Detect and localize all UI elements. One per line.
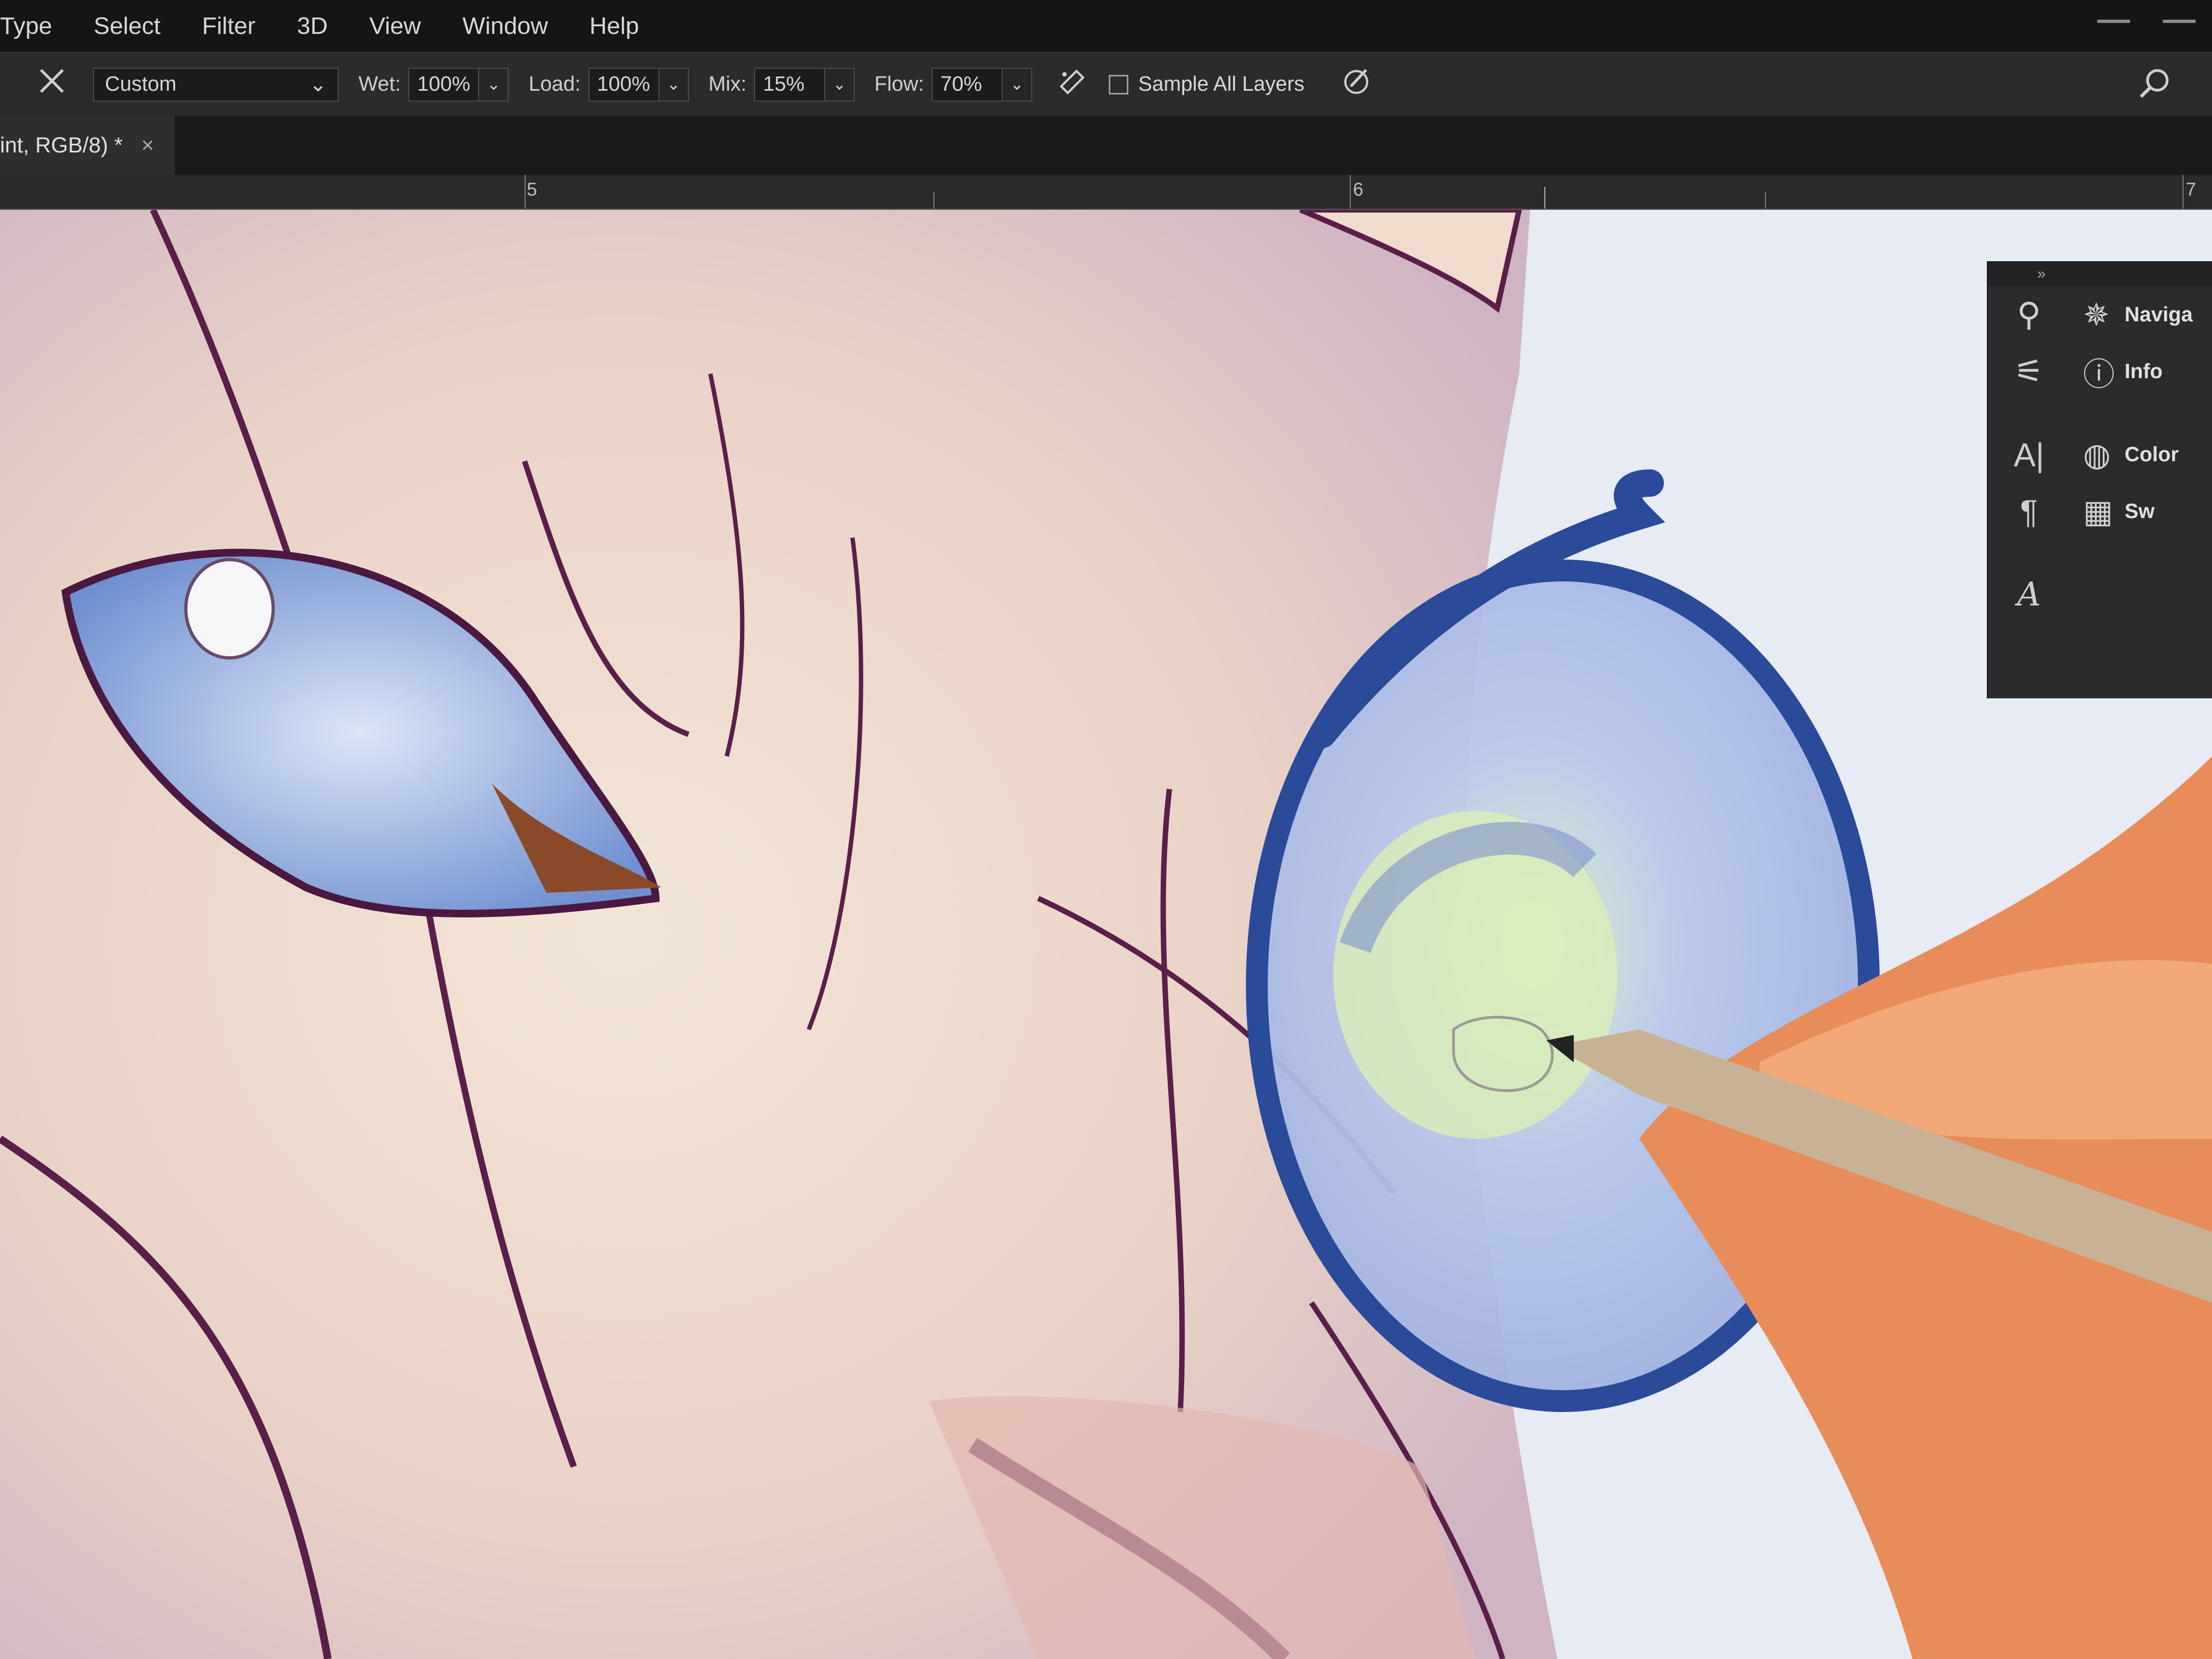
menu-3d[interactable]: 3D <box>276 13 348 40</box>
flow-input[interactable]: 70% <box>931 67 1003 102</box>
minimize-button[interactable] <box>2097 4 2130 23</box>
ruler-tick <box>933 192 934 209</box>
ruler-number: 7 <box>2186 179 2196 200</box>
menu-filter[interactable]: Filter <box>181 13 276 40</box>
document-tab-bar: int, RGB/8) * × <box>0 116 2212 175</box>
adjustments-icon[interactable]: ⚟ <box>1988 343 2070 400</box>
airbrush-icon[interactable] <box>1054 64 1092 105</box>
panel-icon-column: ⚲ ⚟ A| ¶ A <box>1988 286 2070 623</box>
panel-item-label: Sw <box>2125 499 2155 523</box>
ruler-number: 5 <box>527 179 537 200</box>
brush-preset-value: Custom <box>105 73 177 96</box>
flow-label: Flow: <box>874 73 924 96</box>
search-icon[interactable] <box>2135 65 2174 103</box>
flow-dropdown-chevron-icon[interactable]: ⌄ <box>1002 67 1032 102</box>
window-controls <box>2097 4 2196 23</box>
ruler-tick <box>2182 175 2184 209</box>
character-icon[interactable]: A| <box>1988 426 2070 483</box>
cat-painting-artwork <box>0 210 2212 1659</box>
panel-item-color[interactable]: ◍ Color <box>2070 426 2212 483</box>
menu-bar: Type Select Filter 3D View Window Help <box>0 0 2212 52</box>
docked-panels: » ⚲ ⚟ A| ¶ A ✵ Naviga ⓘ Info ◍ Color ▦ S… <box>1987 261 2212 698</box>
options-bar: Custom ⌄ Wet: 100% ⌄ Load: 100% ⌄ Mix: 1… <box>0 52 2212 117</box>
paragraph-icon[interactable]: ¶ <box>1988 483 2070 540</box>
mix-label: Mix: <box>708 73 747 96</box>
sample-all-layers-checkbox[interactable] <box>1108 74 1128 95</box>
mix-input[interactable]: 15% <box>754 67 826 102</box>
brush-tool-icon[interactable]: ⚲ <box>1988 286 2070 343</box>
wet-label: Wet: <box>358 73 401 96</box>
load-label: Load: <box>528 73 581 96</box>
panel-item-label: Info <box>2125 360 2163 383</box>
panel-item-swatches[interactable]: ▦ Sw <box>2070 483 2212 540</box>
color-palette-icon: ◍ <box>2083 437 2111 473</box>
panel-item-label: Naviga <box>2125 303 2193 326</box>
wet-field-group: Wet: 100% ⌄ <box>358 67 509 102</box>
ruler-tick <box>1765 192 1766 209</box>
mix-dropdown-chevron-icon[interactable]: ⌄ <box>825 67 855 102</box>
brush-clean-icon[interactable] <box>33 64 71 105</box>
horizontal-ruler[interactable]: 5 6 7 <box>0 175 2212 210</box>
load-dropdown-chevron-icon[interactable]: ⌄ <box>659 67 689 102</box>
panel-collapse-button[interactable]: » <box>1988 261 2212 286</box>
menu-window[interactable]: Window <box>442 13 569 40</box>
menu-view[interactable]: View <box>349 13 442 40</box>
document-canvas[interactable]: » ⚲ ⚟ A| ¶ A ✵ Naviga ⓘ Info ◍ Color ▦ S… <box>0 210 2212 1659</box>
load-field-group: Load: 100% ⌄ <box>528 67 689 102</box>
wet-dropdown-chevron-icon[interactable]: ⌄ <box>479 67 509 102</box>
glyphs-icon[interactable]: A <box>1988 566 2070 623</box>
panel-item-label: Color <box>2125 443 2179 466</box>
panel-list: ✵ Naviga ⓘ Info ◍ Color ▦ Sw <box>2070 286 2212 540</box>
close-icon[interactable]: × <box>142 133 154 158</box>
flow-field-group: Flow: 70% ⌄ <box>874 67 1032 102</box>
menu-select[interactable]: Select <box>73 13 181 40</box>
ruler-cursor-marker <box>1544 187 1545 209</box>
document-tab-title: int, RGB/8) * <box>0 133 123 157</box>
ruler-number: 6 <box>1353 179 1363 200</box>
navigator-icon: ✵ <box>2083 297 2110 333</box>
panel-item-navigator[interactable]: ✵ Naviga <box>2070 286 2212 343</box>
brush-preset-dropdown[interactable]: Custom ⌄ <box>93 67 339 102</box>
document-tab[interactable]: int, RGB/8) * × <box>0 116 175 175</box>
menu-type[interactable]: Type <box>0 13 73 40</box>
sample-all-layers-label: Sample All Layers <box>1138 73 1305 96</box>
restore-button[interactable] <box>2163 4 2196 23</box>
chevron-down-icon: ⌄ <box>309 73 327 96</box>
pressure-icon[interactable] <box>1337 64 1375 105</box>
panel-item-info[interactable]: ⓘ Info <box>2070 343 2212 400</box>
mix-field-group: Mix: 15% ⌄ <box>708 67 855 102</box>
menu-help[interactable]: Help <box>569 13 660 40</box>
info-icon: ⓘ <box>2083 357 2115 392</box>
ruler-tick <box>1350 175 1351 209</box>
load-input[interactable]: 100% <box>588 67 660 102</box>
swatches-grid-icon: ▦ <box>2083 494 2113 530</box>
wet-input[interactable]: 100% <box>408 67 480 102</box>
ruler-tick <box>525 175 526 209</box>
